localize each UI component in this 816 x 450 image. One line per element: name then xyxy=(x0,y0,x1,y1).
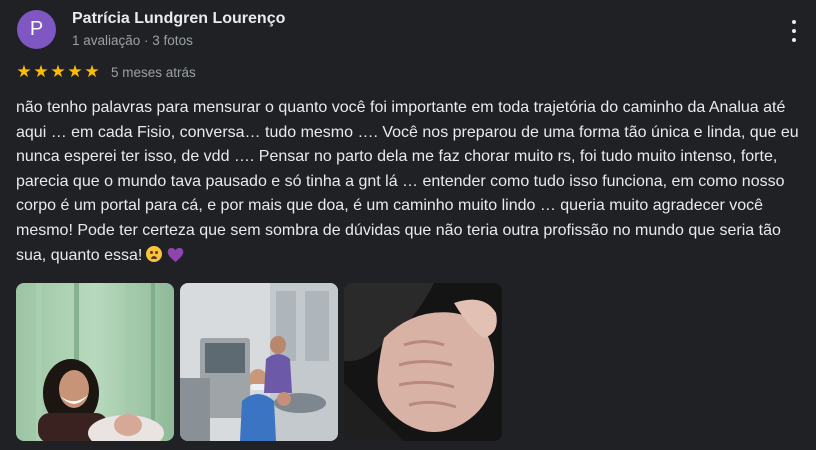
review-date: 5 meses atrás xyxy=(111,64,196,80)
reviewer-avatar[interactable]: P xyxy=(17,10,56,49)
avatar-initial: P xyxy=(29,18,44,40)
star-icon: ★ xyxy=(67,62,83,81)
reviewer-name[interactable]: Patrícia Lundgren Lourenço xyxy=(72,10,285,28)
more-dot xyxy=(792,29,796,33)
review-body: não tenho palavras para mensurar o quant… xyxy=(16,96,806,268)
star-icon: ★ xyxy=(16,62,32,81)
more-vertical-icon xyxy=(792,20,796,24)
rating-row: ★ ★ ★ ★ ★ 5 meses atrás xyxy=(16,63,196,81)
more-dot xyxy=(792,38,796,42)
reviewer-meta: 1 avaliação · 3 fotos xyxy=(72,33,193,48)
pleading-face-emoji xyxy=(146,245,163,262)
more-options-button[interactable] xyxy=(786,18,802,44)
review-text: não tenho palavras para mensurar o quant… xyxy=(16,99,799,264)
photo-baby-hand[interactable] xyxy=(344,283,502,441)
review-photos xyxy=(16,283,502,441)
photo-delivery-room-team[interactable] xyxy=(180,283,338,441)
star-icon: ★ xyxy=(84,62,100,81)
purple-heart-emoji xyxy=(168,247,184,262)
star-icon: ★ xyxy=(33,62,49,81)
photo-mother-with-newborn[interactable] xyxy=(16,283,174,441)
star-rating: ★ ★ ★ ★ ★ xyxy=(16,63,100,81)
star-icon: ★ xyxy=(50,62,66,81)
